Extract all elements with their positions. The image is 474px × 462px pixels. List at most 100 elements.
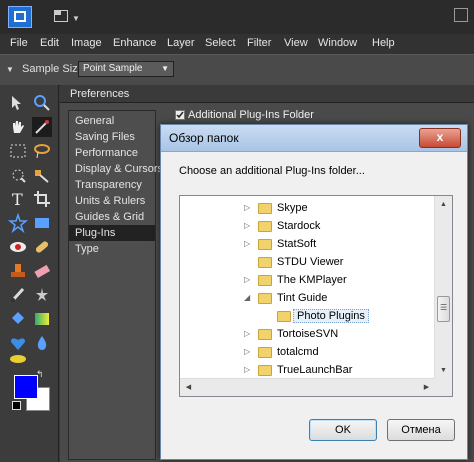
- magic-wand-icon[interactable]: [32, 165, 52, 185]
- scroll-right-icon[interactable]: ▶: [418, 379, 435, 396]
- menu-edit[interactable]: Edit: [40, 37, 59, 49]
- layout-button[interactable]: ▼: [50, 8, 80, 26]
- cookie-cutter-icon[interactable]: [7, 212, 29, 234]
- menu-filter[interactable]: Filter: [247, 37, 271, 49]
- pref-category-performance[interactable]: Performance: [69, 145, 155, 161]
- menu-view[interactable]: View: [284, 37, 308, 49]
- tree-row[interactable]: ▷ totalcmd: [180, 344, 435, 362]
- horizontal-scrollbar[interactable]: ◀ ▶: [180, 378, 435, 396]
- menu-file[interactable]: File: [10, 37, 28, 49]
- tree-row[interactable]: ◢ Tint Guide: [180, 290, 435, 308]
- scroll-left-icon[interactable]: ◀: [180, 379, 197, 396]
- menu-select[interactable]: Select: [205, 37, 236, 49]
- tree-row-selected[interactable]: Photo Plugins: [180, 308, 435, 326]
- folder-label: The KMPlayer: [277, 274, 347, 286]
- blur-icon[interactable]: [32, 333, 52, 353]
- folder-icon: [258, 329, 272, 340]
- tree-row[interactable]: STDU Viewer: [180, 254, 435, 272]
- red-eye-icon[interactable]: [8, 237, 28, 257]
- folder-tree[interactable]: ▷ Skype ▷ Stardock ▷ StatSoft STDU Viewe…: [179, 195, 453, 397]
- sponge-icon[interactable]: [8, 347, 28, 367]
- tree-row[interactable]: ▷ StatSoft: [180, 236, 435, 254]
- expand-arrow-icon[interactable]: ▷: [244, 204, 252, 212]
- brush-icon[interactable]: [8, 285, 28, 305]
- scroll-up-icon[interactable]: ▲: [435, 196, 452, 213]
- dialog-title: Обзор папок: [169, 131, 239, 145]
- expand-arrow-icon[interactable]: ▷: [244, 240, 252, 248]
- smart-brush-icon[interactable]: [32, 285, 52, 305]
- preferences-title: Preferences: [60, 85, 474, 103]
- move-icon[interactable]: [8, 93, 28, 113]
- folder-label: TortoiseSVN: [277, 328, 339, 340]
- scroll-down-icon[interactable]: ▼: [435, 362, 452, 379]
- expand-arrow-icon[interactable]: ▷: [244, 348, 252, 356]
- type-icon[interactable]: T: [8, 189, 28, 209]
- vertical-scrollbar[interactable]: ▲ ▼: [434, 196, 452, 379]
- elements-logo-icon[interactable]: [8, 6, 32, 28]
- pref-category-saving-files[interactable]: Saving Files: [69, 129, 155, 145]
- quick-selection-icon[interactable]: [8, 165, 28, 185]
- dialog-close-button[interactable]: x: [419, 128, 461, 148]
- expand-arrow-icon[interactable]: ▷: [244, 330, 252, 338]
- ok-button[interactable]: OK: [309, 419, 377, 441]
- eyedropper-icon[interactable]: [32, 117, 52, 137]
- foreground-color-swatch[interactable]: [14, 375, 38, 399]
- pref-category-general[interactable]: General: [69, 113, 155, 129]
- cancel-button[interactable]: Отмена: [387, 419, 455, 441]
- eraser-icon[interactable]: [32, 261, 52, 281]
- pref-category-type[interactable]: Type: [69, 241, 155, 257]
- clone-stamp-icon[interactable]: [8, 261, 28, 281]
- collapse-arrow-icon[interactable]: ◢: [244, 294, 252, 302]
- gradient-icon[interactable]: [32, 309, 52, 329]
- menu-window[interactable]: Window: [318, 37, 357, 49]
- scroll-thumb[interactable]: [437, 296, 450, 322]
- maximize-button[interactable]: [454, 8, 468, 22]
- pref-category-units-rulers[interactable]: Units & Rulers: [69, 193, 155, 209]
- pref-category-display-cursors[interactable]: Display & Cursors: [69, 161, 163, 177]
- pref-category-transparency[interactable]: Transparency: [69, 177, 155, 193]
- lasso-icon[interactable]: [32, 141, 52, 161]
- healing-brush-icon[interactable]: [32, 237, 52, 257]
- straighten-icon[interactable]: [32, 213, 52, 233]
- menu-layer[interactable]: Layer: [167, 37, 195, 49]
- expand-arrow-icon[interactable]: ▷: [244, 276, 252, 284]
- scrollbar-corner: [435, 379, 452, 396]
- menu-help[interactable]: Help: [372, 37, 395, 49]
- svg-text:T: T: [12, 190, 23, 209]
- hand-icon[interactable]: [8, 117, 28, 137]
- tool-preset-arrow-icon[interactable]: ▼: [6, 65, 14, 74]
- folder-icon: [258, 257, 272, 268]
- additional-plugins-checkbox[interactable]: [175, 110, 185, 120]
- dialog-prompt: Choose an additional Plug-Ins folder...: [179, 165, 365, 177]
- folder-label: Stardock: [277, 220, 321, 232]
- tree-row[interactable]: ▷ Stardock: [180, 218, 435, 236]
- tree-row[interactable]: ▷ TortoiseSVN: [180, 326, 435, 344]
- sample-size-value: Point Sample: [83, 63, 143, 74]
- tree-row[interactable]: ▷ Skype: [180, 200, 435, 218]
- zoom-icon[interactable]: [32, 93, 52, 113]
- folder-label: StatSoft: [277, 238, 317, 250]
- marquee-icon[interactable]: [8, 141, 28, 161]
- folder-icon: [258, 275, 272, 286]
- toolbox: T ↰: [0, 85, 59, 462]
- crop-icon[interactable]: [32, 189, 52, 209]
- default-colors-icon[interactable]: [12, 401, 21, 410]
- close-icon: x: [436, 130, 444, 144]
- chevron-down-icon: ▼: [72, 14, 80, 23]
- additional-plugins-label: Additional Plug-Ins Folder: [188, 109, 314, 121]
- pref-category-guides-grid[interactable]: Guides & Grid: [69, 209, 155, 225]
- paint-bucket-icon[interactable]: [8, 309, 28, 329]
- expand-arrow-icon[interactable]: ▷: [244, 366, 252, 374]
- tree-row[interactable]: ▷ The KMPlayer: [180, 272, 435, 290]
- window-controls: [450, 8, 468, 25]
- sample-size-select[interactable]: Point Sample ▼: [78, 61, 174, 77]
- app-titlebar: ▼: [0, 0, 474, 34]
- menu-enhance[interactable]: Enhance: [113, 37, 156, 49]
- folder-icon: [258, 365, 272, 376]
- chevron-down-icon: ▼: [161, 64, 169, 73]
- menu-image[interactable]: Image: [71, 37, 102, 49]
- folder-label: Photo Plugins: [293, 309, 369, 323]
- expand-arrow-icon[interactable]: ▷: [244, 222, 252, 230]
- pref-category-plug-ins[interactable]: Plug-Ins: [69, 225, 155, 241]
- folder-icon: [258, 221, 272, 232]
